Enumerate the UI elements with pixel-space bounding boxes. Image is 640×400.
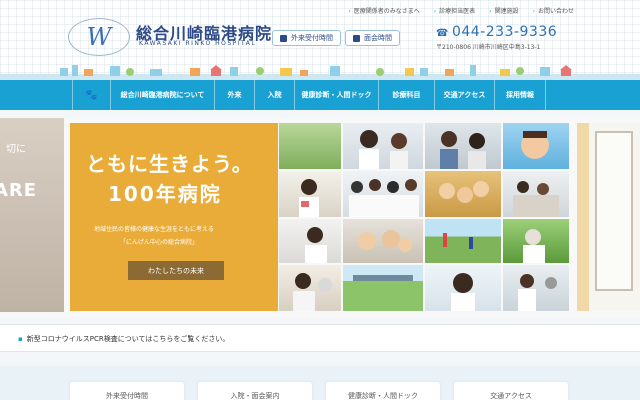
photo-tile [343, 171, 423, 217]
quick-link-label: 交通アクセス [490, 392, 532, 400]
logo-icon[interactable]: W [68, 18, 130, 56]
photo-tile [279, 171, 341, 217]
logo-subtitle: KAWASAKI RINKO HOSPITAL [139, 40, 257, 47]
quick-link-card-inpatient-visit[interactable]: 入院・面会案内 [198, 382, 312, 400]
building-icon [353, 34, 360, 42]
previous-slide-text: 切に [6, 144, 26, 155]
outpatient-hours-button[interactable]: 外来受付時間 [272, 30, 341, 46]
main-nav: 🐾 総合川崎臨港病院について 外来 入院 健康診断・人間ドック 診療科目 交通ア… [0, 80, 640, 110]
quick-link-label: 外来受付時間 [106, 392, 148, 400]
outpatient-hours-label: 外来受付時間 [291, 34, 333, 42]
top-link-contact[interactable]: お問い合わせ [533, 6, 574, 15]
photo-tile [279, 219, 341, 263]
phone-number[interactable]: ☎ 044-233-9336 [436, 24, 557, 40]
nav-item-about[interactable]: 総合川崎臨港病院について [110, 80, 214, 110]
phone-icon: ☎ [436, 28, 449, 39]
photo-tile [343, 265, 423, 311]
nav-item-departments[interactable]: 診療科目 [378, 80, 434, 110]
photo-tile [425, 265, 501, 311]
photo-tile [503, 123, 569, 169]
previous-slide-big-text: ARE [0, 180, 38, 201]
quick-link-card-health-checkup[interactable]: 健康診断・人間ドック [326, 382, 440, 400]
previous-slide-image[interactable]: 切に ARE [0, 118, 64, 312]
hero-sub-line1: 地域住民の皆様の健康な生涯をともに考える [94, 226, 214, 233]
photo-tile [425, 123, 501, 169]
visiting-hours-label: 面会時間 [364, 34, 392, 42]
town-skyline-illustration [0, 65, 640, 80]
quick-link-label: 入院・面会案内 [230, 392, 280, 400]
photo-tile [343, 123, 423, 169]
visiting-hours-button[interactable]: 面会時間 [345, 30, 400, 46]
photo-tile [279, 265, 341, 311]
hero-sub-line2: 「にんげん中心の総合病院」 [120, 239, 199, 246]
quick-link-card-outpatient-hours[interactable]: 外来受付時間 [70, 382, 184, 400]
notice-bar: 新型コロナウイルスPCR検査についてはこちらをご覧ください。 [0, 324, 640, 352]
quick-link-label: 健康診断・人間ドック [348, 392, 418, 400]
nav-item-inpatient[interactable]: 入院 [254, 80, 294, 110]
logo-mark-letter: W [86, 23, 112, 51]
phone-text: 044-233-9336 [451, 24, 558, 40]
top-link-doctor-schedule[interactable]: 診療担当医表 [434, 6, 475, 15]
hero-slogan-line2: 100年病院 [108, 182, 222, 206]
nav-home[interactable]: 🐾 [72, 80, 110, 110]
photo-tile [425, 171, 501, 217]
top-link-related-facilities[interactable]: 関連施設 [489, 6, 519, 15]
nav-item-outpatient[interactable]: 外来 [214, 80, 254, 110]
photo-tile [503, 265, 569, 311]
site-header: 医療関係者のみなさまへ 診療担当医表 関連施設 お問い合わせ W 総合川崎臨港病… [0, 0, 640, 80]
clock-icon [280, 34, 287, 42]
notice-pcr-link[interactable]: 新型コロナウイルスPCR検査についてはこちらをご覧ください。 [18, 334, 230, 344]
photo-tile [279, 123, 341, 169]
photo-tile [343, 219, 423, 263]
paw-home-icon: 🐾 [85, 89, 98, 101]
quick-link-card-access[interactable]: 交通アクセス [454, 382, 568, 400]
photo-tile [503, 219, 569, 263]
photo-mosaic [279, 123, 569, 311]
top-links: 医療関係者のみなさまへ 診療担当医表 関連施設 お問い合わせ [348, 6, 574, 15]
next-slide-image[interactable] [577, 123, 640, 311]
next-slide-board-illustration [595, 131, 633, 291]
nav-item-health-checkup[interactable]: 健康診断・人間ドック [294, 80, 378, 110]
hero-slogan-line1: ともに生きよう。 [86, 152, 253, 176]
nav-item-access[interactable]: 交通アクセス [434, 80, 494, 110]
nav-item-recruit[interactable]: 採用情報 [494, 80, 546, 110]
our-future-button[interactable]: わたしたちの未来 [128, 261, 224, 280]
photo-tile [425, 219, 501, 263]
address: 〒210-0806 川崎市川崎区中島3-13-1 [436, 44, 541, 51]
top-link-medical-staff[interactable]: 医療関係者のみなさまへ [348, 6, 420, 15]
photo-tile [503, 171, 569, 217]
